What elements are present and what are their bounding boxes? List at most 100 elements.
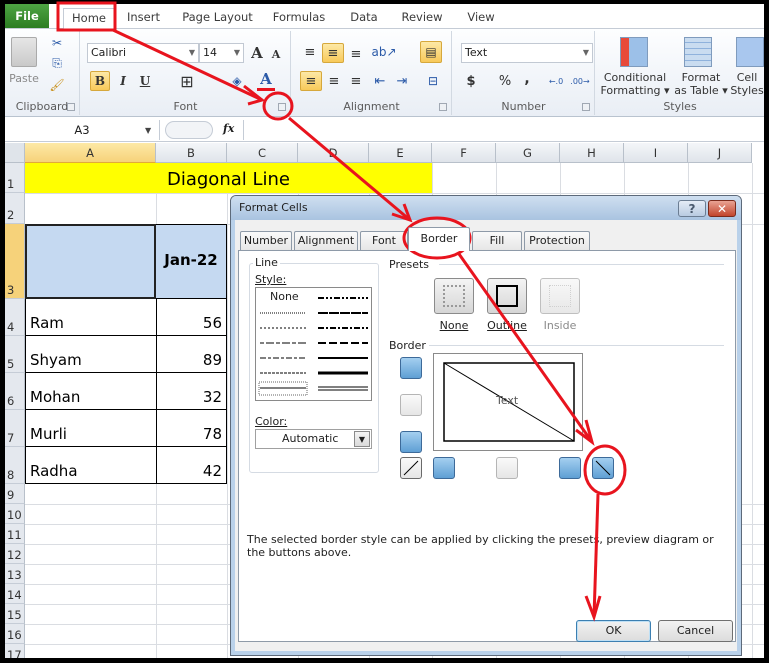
font-color-button[interactable]: A — [257, 69, 275, 91]
row-header-11[interactable]: 11 — [5, 524, 25, 544]
tab-number[interactable]: Number — [240, 231, 292, 250]
border-preview[interactable]: Text — [433, 353, 583, 451]
conditional-formatting-icon[interactable] — [620, 37, 648, 67]
cancel-button[interactable]: Cancel — [658, 620, 733, 642]
preset-inside-button[interactable] — [540, 278, 580, 314]
help-button[interactable]: ? — [678, 200, 706, 217]
row-header-5[interactable]: 5 — [5, 336, 25, 373]
col-header-a[interactable]: A — [25, 143, 156, 163]
col-header-f[interactable]: F — [432, 143, 496, 163]
name-box[interactable]: A3 — [5, 120, 160, 140]
tab-formulas[interactable]: Formulas — [269, 8, 329, 29]
row-header-7[interactable]: 7 — [5, 410, 25, 447]
row-header-2[interactable]: 2 — [5, 193, 25, 224]
cell-value[interactable]: 42 — [156, 447, 227, 484]
font-size-combo[interactable]: 14 ▼ — [199, 43, 244, 63]
name-box-dropdown-icon[interactable]: ▼ — [145, 126, 151, 135]
cell-styles-label-2[interactable]: Styles — [730, 84, 764, 97]
tab-review[interactable]: Review — [397, 8, 447, 29]
row-header-12[interactable]: 12 — [5, 544, 25, 564]
merge-center-icon[interactable]: ⊟ — [420, 71, 446, 91]
number-launcher[interactable] — [582, 103, 590, 111]
number-format-combo[interactable]: Text ▼ — [461, 43, 593, 63]
col-header-b[interactable]: B — [156, 143, 227, 163]
row-header-6[interactable]: 6 — [5, 373, 25, 410]
border-bottom-button[interactable] — [400, 431, 422, 453]
tab-insert[interactable]: Insert — [121, 8, 166, 29]
format-as-table-icon[interactable] — [684, 37, 712, 67]
conditional-formatting-label-1[interactable]: Conditional — [600, 71, 670, 84]
decrease-decimal-icon[interactable]: .00→ — [569, 71, 591, 91]
borders-icon[interactable]: ⊞ — [177, 71, 197, 91]
tab-fill[interactable]: Fill — [472, 231, 522, 250]
cell-name[interactable]: Mohan — [25, 373, 156, 410]
underline-button[interactable]: U — [136, 71, 154, 91]
col-header-i[interactable]: I — [624, 143, 688, 163]
fill-color-icon[interactable]: ◈ — [227, 71, 247, 91]
bottom-align-icon[interactable]: ≡ — [346, 45, 366, 63]
line-style-samples[interactable] — [256, 288, 373, 402]
tab-home[interactable]: Home — [63, 8, 115, 29]
top-align-icon[interactable]: ≡ — [300, 43, 320, 61]
alignment-launcher[interactable] — [439, 103, 447, 111]
align-center-icon[interactable]: ≡ — [324, 71, 344, 91]
format-as-table-label-2[interactable]: as Table ▾ — [672, 84, 730, 97]
format-painter-icon[interactable]: 🖌 — [47, 77, 67, 93]
row-header-3[interactable]: 3 — [5, 224, 25, 299]
cell-name[interactable]: Radha — [25, 447, 156, 484]
border-top-button[interactable] — [400, 357, 422, 379]
tab-data[interactable]: Data — [343, 8, 385, 29]
line-style-list[interactable]: None — [255, 287, 372, 401]
paste-icon[interactable] — [11, 37, 37, 67]
border-inside-vertical-button[interactable] — [496, 457, 518, 479]
cell-styles-icon[interactable] — [736, 37, 764, 67]
col-header-c[interactable]: C — [227, 143, 298, 163]
align-right-icon[interactable]: ≡ — [346, 71, 366, 91]
grow-font-button[interactable]: A — [248, 43, 266, 63]
conditional-formatting-label-2[interactable]: Formatting ▾ — [600, 84, 670, 97]
tab-protection[interactable]: Protection — [524, 231, 590, 250]
percent-button[interactable]: % — [497, 71, 513, 91]
row-header-9[interactable]: 9 — [5, 484, 25, 504]
comma-button[interactable]: , — [519, 69, 535, 89]
clipboard-launcher[interactable] — [67, 103, 75, 111]
row-header-14[interactable]: 14 — [5, 584, 25, 604]
diagonal-down-button[interactable] — [592, 457, 614, 479]
wrap-text-icon[interactable]: ▤ — [420, 41, 442, 63]
title-cell[interactable]: Diagonal Line — [25, 163, 432, 193]
copy-icon[interactable]: ⎘ — [47, 55, 67, 71]
tab-view[interactable]: View — [461, 8, 501, 29]
row-header-13[interactable]: 13 — [5, 564, 25, 584]
tab-alignment[interactable]: Alignment — [294, 231, 358, 250]
tab-file[interactable]: File — [5, 4, 49, 28]
diagonal-up-button[interactable] — [400, 457, 422, 479]
cut-icon[interactable]: ✂ — [49, 35, 65, 51]
row-header-17[interactable]: 17 — [5, 644, 25, 658]
bold-button[interactable]: B — [90, 71, 110, 91]
increase-decimal-icon[interactable]: ←.0 — [545, 71, 567, 91]
row-header-10[interactable]: 10 — [5, 504, 25, 524]
paste-button[interactable]: Paste — [7, 71, 41, 85]
border-inside-horizontal-button[interactable] — [400, 394, 422, 416]
cell-name[interactable]: Shyam — [25, 336, 156, 373]
col-header-j[interactable]: J — [688, 143, 752, 163]
col-header-e[interactable]: E — [369, 143, 432, 163]
decrease-indent-icon[interactable]: ⇤ — [370, 71, 390, 91]
row-header-8[interactable]: 8 — [5, 447, 25, 484]
orientation-icon[interactable]: ab↗ — [371, 43, 396, 61]
cell-b3-header[interactable]: Jan-22 — [156, 224, 227, 299]
tab-border[interactable]: Border — [408, 227, 470, 251]
cell-name[interactable]: Ram — [25, 299, 156, 336]
cell-name[interactable]: Murli — [25, 410, 156, 447]
middle-align-icon[interactable]: ≡ — [322, 43, 344, 63]
cell-value[interactable]: 78 — [156, 410, 227, 447]
tab-page-layout[interactable]: Page Layout — [180, 8, 255, 29]
row-header-1[interactable]: 1 — [5, 163, 25, 193]
col-header-h[interactable]: H — [560, 143, 624, 163]
font-name-combo[interactable]: Calibri ▼ — [87, 43, 199, 63]
cell-a3-selected[interactable] — [25, 224, 156, 299]
preset-outline-button[interactable] — [487, 278, 527, 314]
tab-font[interactable]: Font — [360, 231, 408, 250]
align-left-icon[interactable]: ≡ — [300, 71, 322, 91]
cell-styles-label-1[interactable]: Cell — [730, 71, 764, 84]
